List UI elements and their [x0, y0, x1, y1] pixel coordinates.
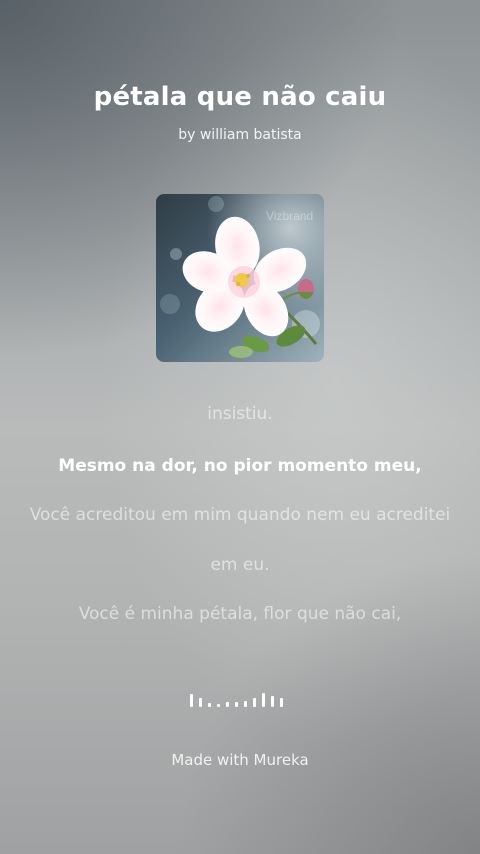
waveform-bar [262, 693, 265, 707]
waveform-bar [208, 703, 211, 707]
waveform-bar [235, 702, 238, 707]
waveform-bar [253, 698, 256, 707]
waveform-bar [226, 702, 229, 707]
cover-art[interactable]: Vizbrand [156, 194, 324, 362]
song-title: pétala que não caiu [93, 82, 387, 112]
lyric-line[interactable]: em eu. [0, 555, 480, 575]
cover-watermark: Vizbrand [266, 209, 313, 223]
made-with-credit: Made with Mureka [171, 751, 309, 769]
waveform-bar [271, 696, 274, 707]
waveform-icon[interactable] [190, 689, 290, 709]
waveform-bar [280, 698, 283, 707]
lyric-line[interactable]: Você é minha pétala, flor que não cai, [0, 604, 480, 624]
white-flower-icon: Vizbrand [156, 194, 324, 362]
lyric-line-active[interactable]: Mesmo na dor, no pior momento meu, [0, 456, 480, 476]
lyric-line[interactable]: Você acreditou em mim quando nem eu acre… [0, 505, 480, 525]
artist-byline: by william batista [178, 127, 302, 143]
waveform-bar [190, 694, 193, 707]
waveform-bar [199, 698, 202, 707]
lyric-line[interactable]: insistiu. [0, 404, 480, 424]
waveform-bar [244, 701, 247, 707]
waveform-bar [217, 704, 220, 707]
